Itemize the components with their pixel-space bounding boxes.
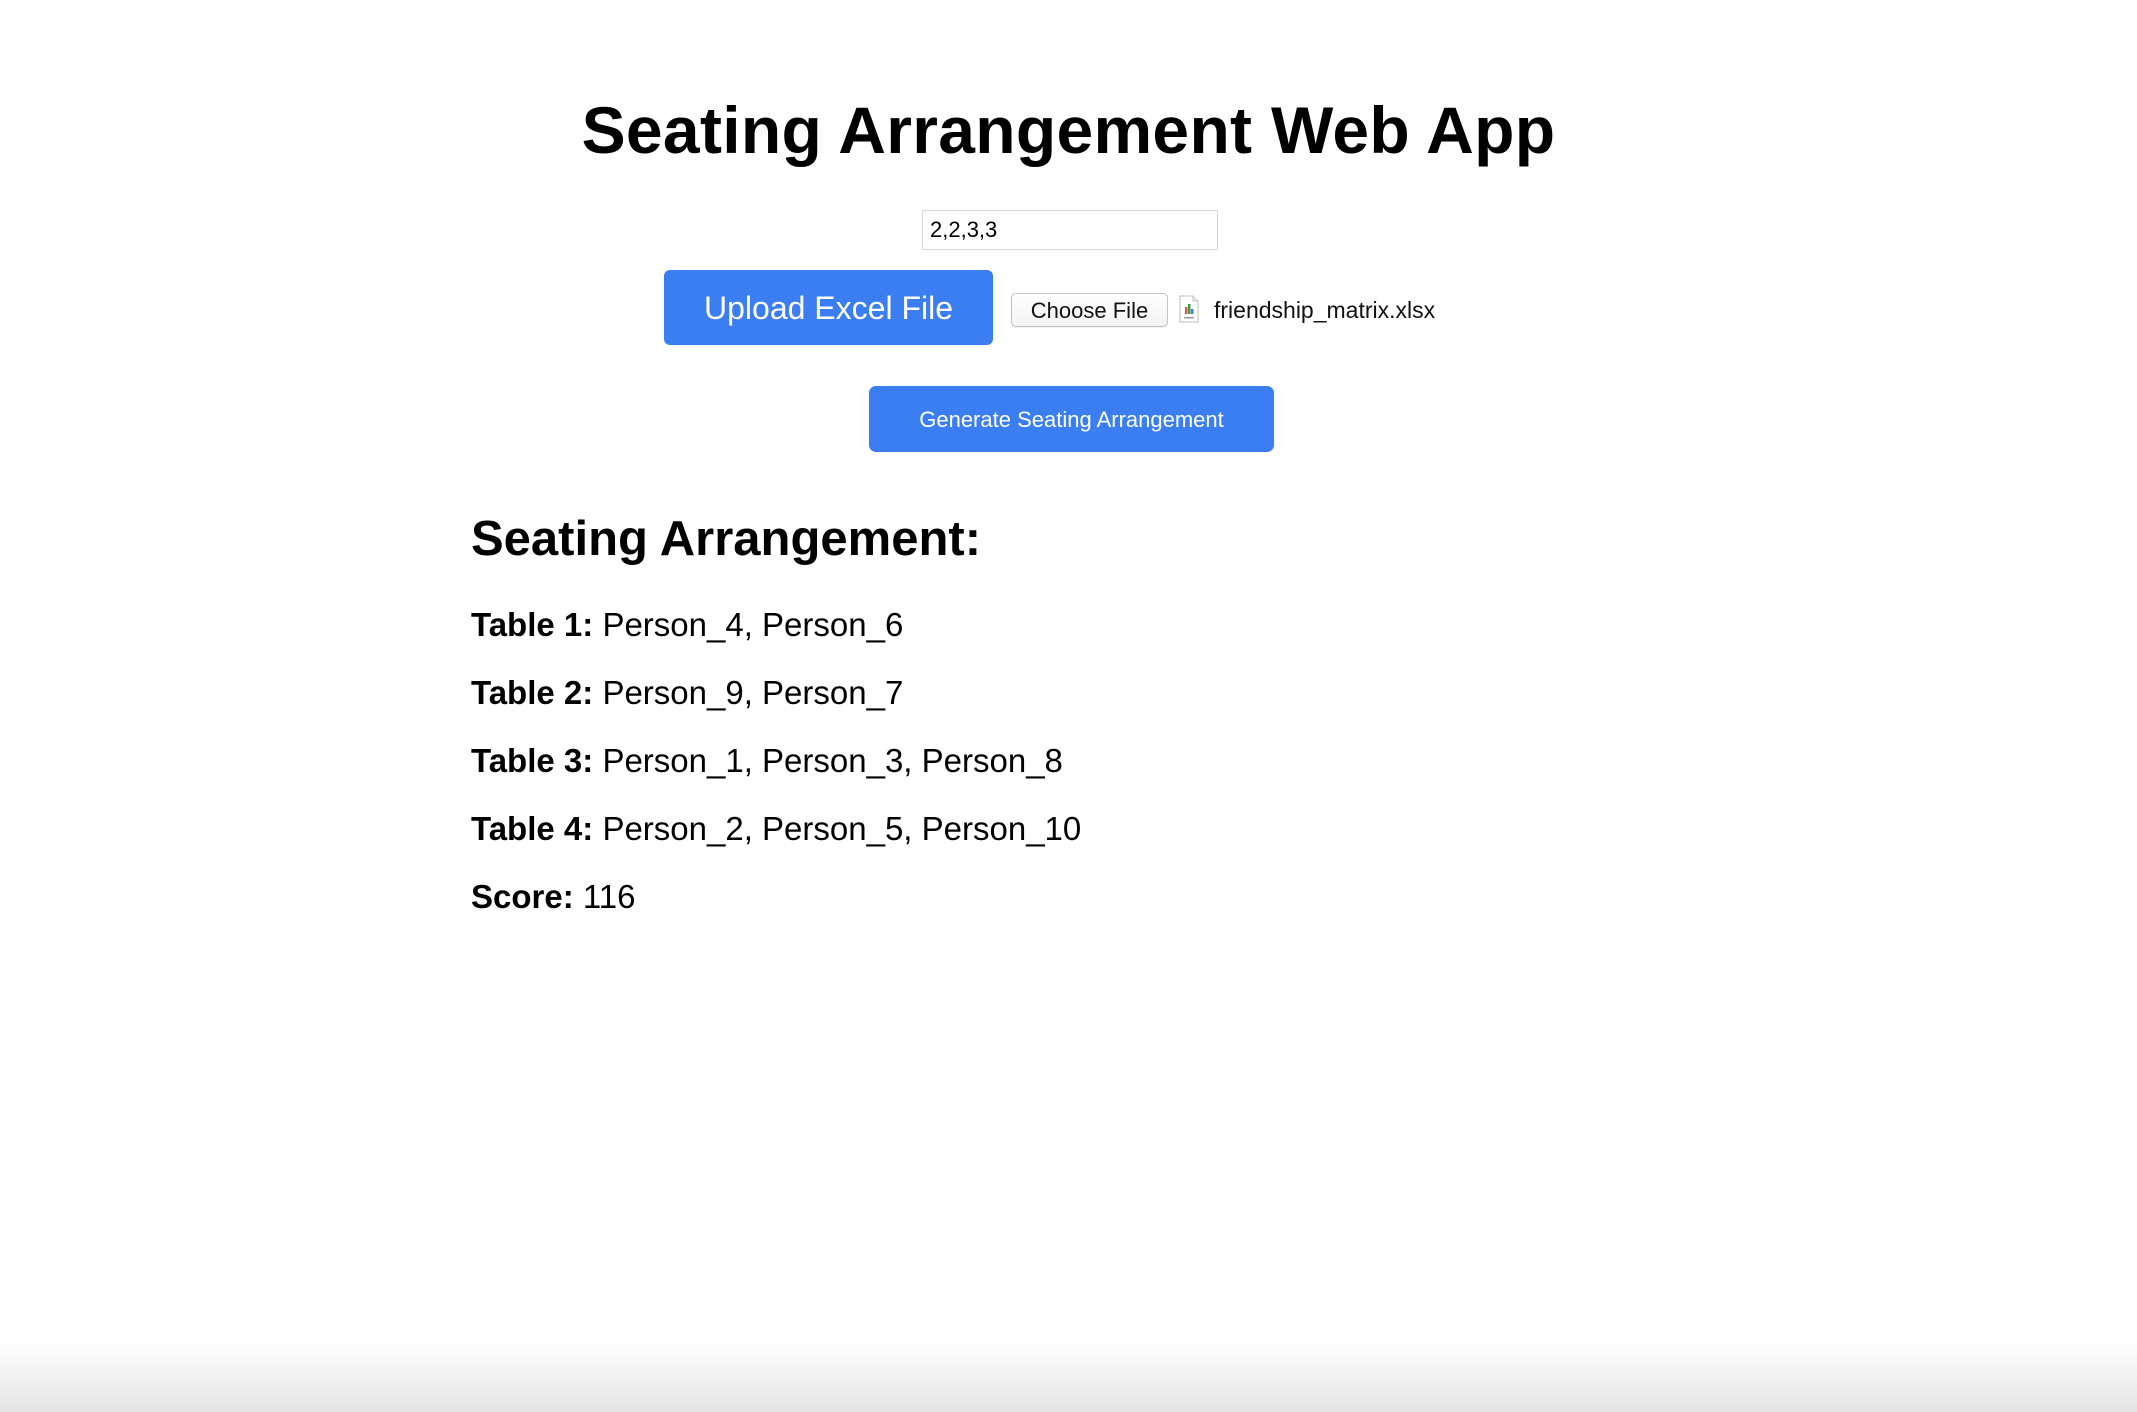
choose-file-button[interactable]: Choose File [1011,293,1168,327]
results-heading: Seating Arrangement: [471,512,982,566]
table-people: Person_4, Person_6 [602,606,904,643]
generate-seating-button[interactable]: Generate Seating Arrangement [869,386,1274,452]
table-label: Table 3: [471,742,594,779]
table-assignment: Table 2: Person_9, Person_7 [471,673,903,713]
score-line: Score: 116 [471,877,636,917]
upload-excel-button[interactable]: Upload Excel File [664,270,993,345]
table-people: Person_2, Person_5, Person_10 [602,810,1082,847]
table-assignment: Table 3: Person_1, Person_3, Person_8 [471,741,1063,781]
table-people: Person_1, Person_3, Person_8 [602,742,1063,779]
table-sizes-input[interactable] [922,210,1218,250]
page: Seating Arrangement Web App Upload Excel… [0,0,2137,1412]
table-assignment: Table 4: Person_2, Person_5, Person_10 [471,809,1081,849]
table-label: Table 4: [471,810,594,847]
excel-file-icon [1179,295,1199,323]
window-bottom-shadow [0,1340,2137,1412]
table-label: Table 2: [471,674,594,711]
score-label: Score: [471,878,574,915]
selected-file-name: friendship_matrix.xlsx [1214,297,1436,323]
table-assignment: Table 1: Person_4, Person_6 [471,605,903,645]
table-label: Table 1: [471,606,594,643]
table-people: Person_9, Person_7 [602,674,904,711]
page-title: Seating Arrangement Web App [581,93,1556,167]
score-value: 116 [582,878,636,915]
